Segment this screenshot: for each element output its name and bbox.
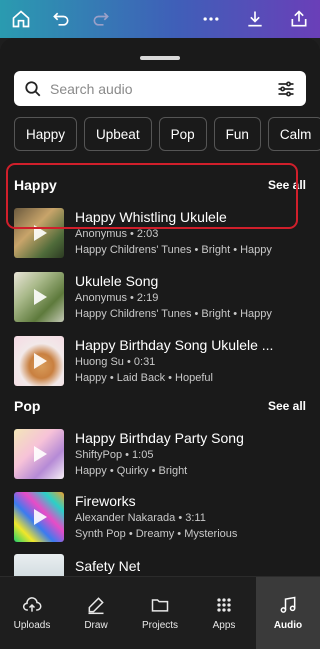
track-title: Fireworks — [75, 492, 136, 509]
track-title: Safety Net — [75, 558, 141, 574]
drag-handle[interactable] — [140, 56, 180, 60]
track-tags: Happy • Quirky • Bright — [75, 464, 188, 477]
nav-projects[interactable]: Projects — [128, 577, 192, 649]
track-artist-duration: Alexander Nakarada • 3:11 — [75, 511, 206, 524]
track-item[interactable]: Ukulele Song Anonymus • 2:19 Happy Child… — [14, 271, 306, 323]
play-icon[interactable] — [34, 353, 47, 369]
play-icon[interactable] — [34, 289, 47, 305]
search-input[interactable]: Search audio — [50, 81, 276, 97]
nav-label: Apps — [212, 620, 236, 631]
play-icon[interactable] — [34, 509, 47, 525]
chip-happy[interactable]: Happy — [14, 117, 78, 151]
nav-draw[interactable]: Draw — [64, 577, 128, 649]
nav-audio[interactable]: Audio — [256, 577, 320, 649]
cloud-upload-icon — [23, 597, 42, 612]
bottom-nav: Uploads Draw Projects Apps Audio — [0, 576, 320, 649]
more-icon[interactable] — [200, 8, 222, 30]
track-title: Happy Birthday Song Ukulele ... — [75, 336, 274, 353]
track-title: Happy Birthday Party Song — [75, 429, 244, 446]
mood-chips: Happy Upbeat Pop Fun Calm — [14, 117, 320, 151]
audio-panel: Search audio Happy Upbeat Pop Fun Calm H… — [0, 38, 320, 649]
download-icon[interactable] — [244, 8, 266, 30]
track-item[interactable]: Happy Birthday Party Song ShiftyPop • 1:… — [14, 428, 306, 480]
track-thumbnail — [14, 429, 64, 479]
track-tags: Happy Childrens' Tunes • Bright • Happy — [75, 243, 272, 256]
music-note-icon — [280, 596, 296, 613]
apps-grid-icon — [217, 598, 231, 612]
redo-icon[interactable] — [90, 8, 112, 30]
chip-calm[interactable]: Calm — [267, 117, 320, 151]
track-artist-duration: ShiftyPop • 1:05 — [75, 448, 154, 461]
track-thumbnail — [14, 492, 64, 542]
track-tags: Synth Pop • Dreamy • Mysterious — [75, 527, 238, 540]
track-title: Ukulele Song — [75, 272, 159, 289]
section-title: Pop — [14, 398, 41, 414]
nav-apps[interactable]: Apps — [192, 577, 256, 649]
section-header-pop: Pop See all — [14, 398, 306, 414]
track-artist-duration: Huong Su • 0:31 — [75, 355, 156, 368]
filter-icon[interactable] — [276, 79, 296, 99]
pen-icon — [88, 597, 104, 615]
home-icon[interactable] — [10, 8, 32, 30]
see-all-link[interactable]: See all — [268, 399, 306, 413]
search-icon — [25, 80, 41, 96]
track-tags: Happy • Laid Back • Hopeful — [75, 371, 213, 384]
chip-fun[interactable]: Fun — [213, 117, 261, 151]
track-thumbnail — [14, 336, 64, 386]
folder-icon — [151, 599, 169, 612]
undo-icon[interactable] — [50, 8, 72, 30]
play-icon[interactable] — [34, 446, 47, 462]
selection-highlight — [6, 163, 298, 229]
chip-upbeat[interactable]: Upbeat — [84, 117, 152, 151]
track-tags: Happy Childrens' Tunes • Bright • Happy — [75, 307, 272, 320]
nav-label: Uploads — [13, 620, 51, 631]
search-bar[interactable]: Search audio — [14, 71, 306, 106]
nav-label: Draw — [84, 620, 108, 631]
nav-label: Audio — [273, 620, 303, 631]
share-icon[interactable] — [288, 8, 310, 30]
nav-label: Projects — [141, 620, 179, 631]
chip-pop[interactable]: Pop — [158, 117, 207, 151]
editor-toolbar — [0, 0, 320, 38]
track-thumbnail — [14, 272, 64, 322]
nav-uploads[interactable]: Uploads — [0, 577, 64, 649]
track-artist-duration: Anonymus • 2:19 — [75, 291, 159, 304]
track-item[interactable]: Fireworks Alexander Nakarada • 3:11 Synt… — [14, 491, 306, 543]
track-item[interactable]: Happy Birthday Song Ukulele ... Huong Su… — [14, 335, 306, 387]
